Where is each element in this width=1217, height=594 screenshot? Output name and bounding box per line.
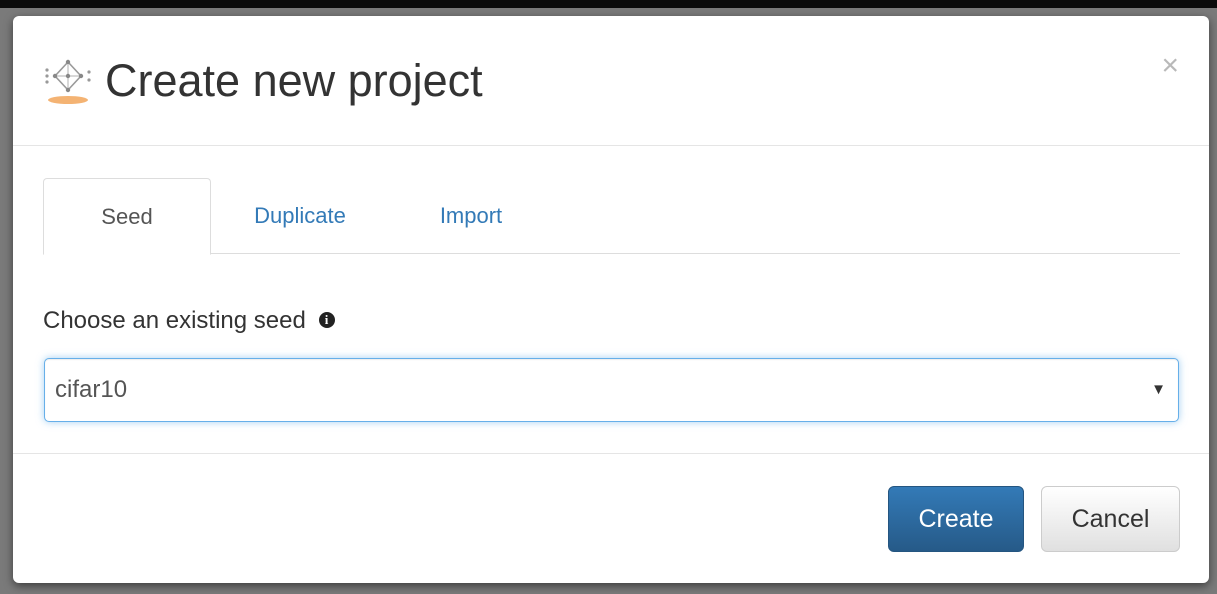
info-icon[interactable]: i xyxy=(318,312,335,328)
seed-field-label-text: Choose an existing seed xyxy=(43,307,306,334)
cancel-button[interactable]: Cancel xyxy=(1041,486,1180,552)
modal-header: Create new project × xyxy=(13,16,1209,146)
modal-footer: Create Cancel xyxy=(13,454,1209,583)
tab-seed[interactable]: Seed xyxy=(43,178,211,255)
tab-duplicate[interactable]: Duplicate xyxy=(231,178,369,254)
modal-title: Create new project xyxy=(105,55,483,106)
chevron-down-icon: ▼ xyxy=(1151,381,1166,398)
seed-field-label: Choose an existing seed i xyxy=(43,306,335,336)
seed-select[interactable]: cifar10 ▼ xyxy=(44,358,1179,422)
window-top-bar xyxy=(0,0,1217,8)
modal-body: Seed Duplicate Import Choose an existing… xyxy=(13,146,1209,454)
tab-import[interactable]: Import xyxy=(416,178,526,254)
seed-select-value: cifar10 xyxy=(55,376,128,403)
project-logo-icon xyxy=(45,59,91,104)
project-source-tabs: Seed Duplicate Import xyxy=(43,178,1180,255)
close-icon[interactable]: × xyxy=(1161,50,1179,82)
create-button[interactable]: Create xyxy=(888,486,1024,552)
create-project-modal: Create new project × Seed Duplicate Impo… xyxy=(13,16,1209,583)
